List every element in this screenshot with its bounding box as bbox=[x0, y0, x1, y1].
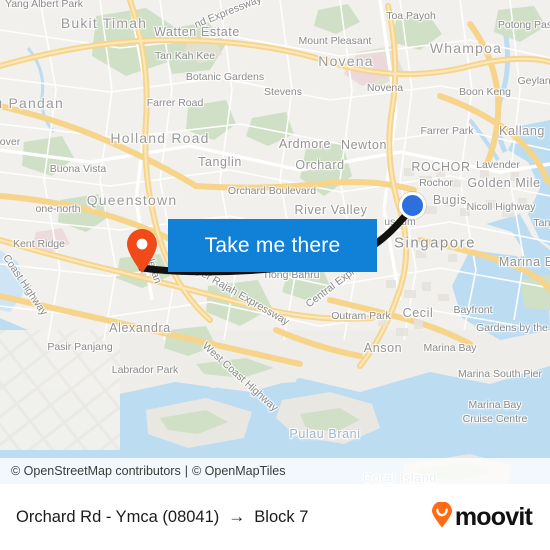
arrow-right-icon: → bbox=[228, 507, 246, 526]
trip-footer: Orchard Rd - Ymca (08041) → Block 7 moov… bbox=[0, 484, 550, 550]
moovit-trip-screen: Yang Albert Park Bukit Timah Watten Estate… bbox=[0, 0, 550, 550]
trip-summary: Orchard Rd - Ymca (08041) → Block 7 bbox=[16, 507, 431, 527]
moovit-logo[interactable]: moovit bbox=[431, 500, 533, 533]
attribution-openmaptiles[interactable]: © OpenMapTiles bbox=[192, 464, 286, 478]
destination-dot-marker[interactable] bbox=[399, 192, 426, 219]
take-me-there-button[interactable]: Take me there bbox=[168, 219, 377, 272]
trip-origin-label: Orchard Rd - Ymca (08041) bbox=[16, 507, 220, 526]
attribution-separator: | bbox=[184, 464, 188, 478]
map-attribution: © OpenStreetMap contributors | © OpenMap… bbox=[0, 458, 550, 484]
map-view[interactable]: Yang Albert Park Bukit Timah Watten Estate… bbox=[0, 0, 550, 484]
attribution-osm[interactable]: © OpenStreetMap contributors bbox=[11, 464, 181, 478]
origin-pin-marker[interactable] bbox=[125, 228, 159, 274]
trip-destination-label: Block 7 bbox=[254, 507, 309, 526]
moovit-pin-icon bbox=[431, 500, 453, 533]
moovit-wordmark: moovit bbox=[454, 502, 533, 531]
